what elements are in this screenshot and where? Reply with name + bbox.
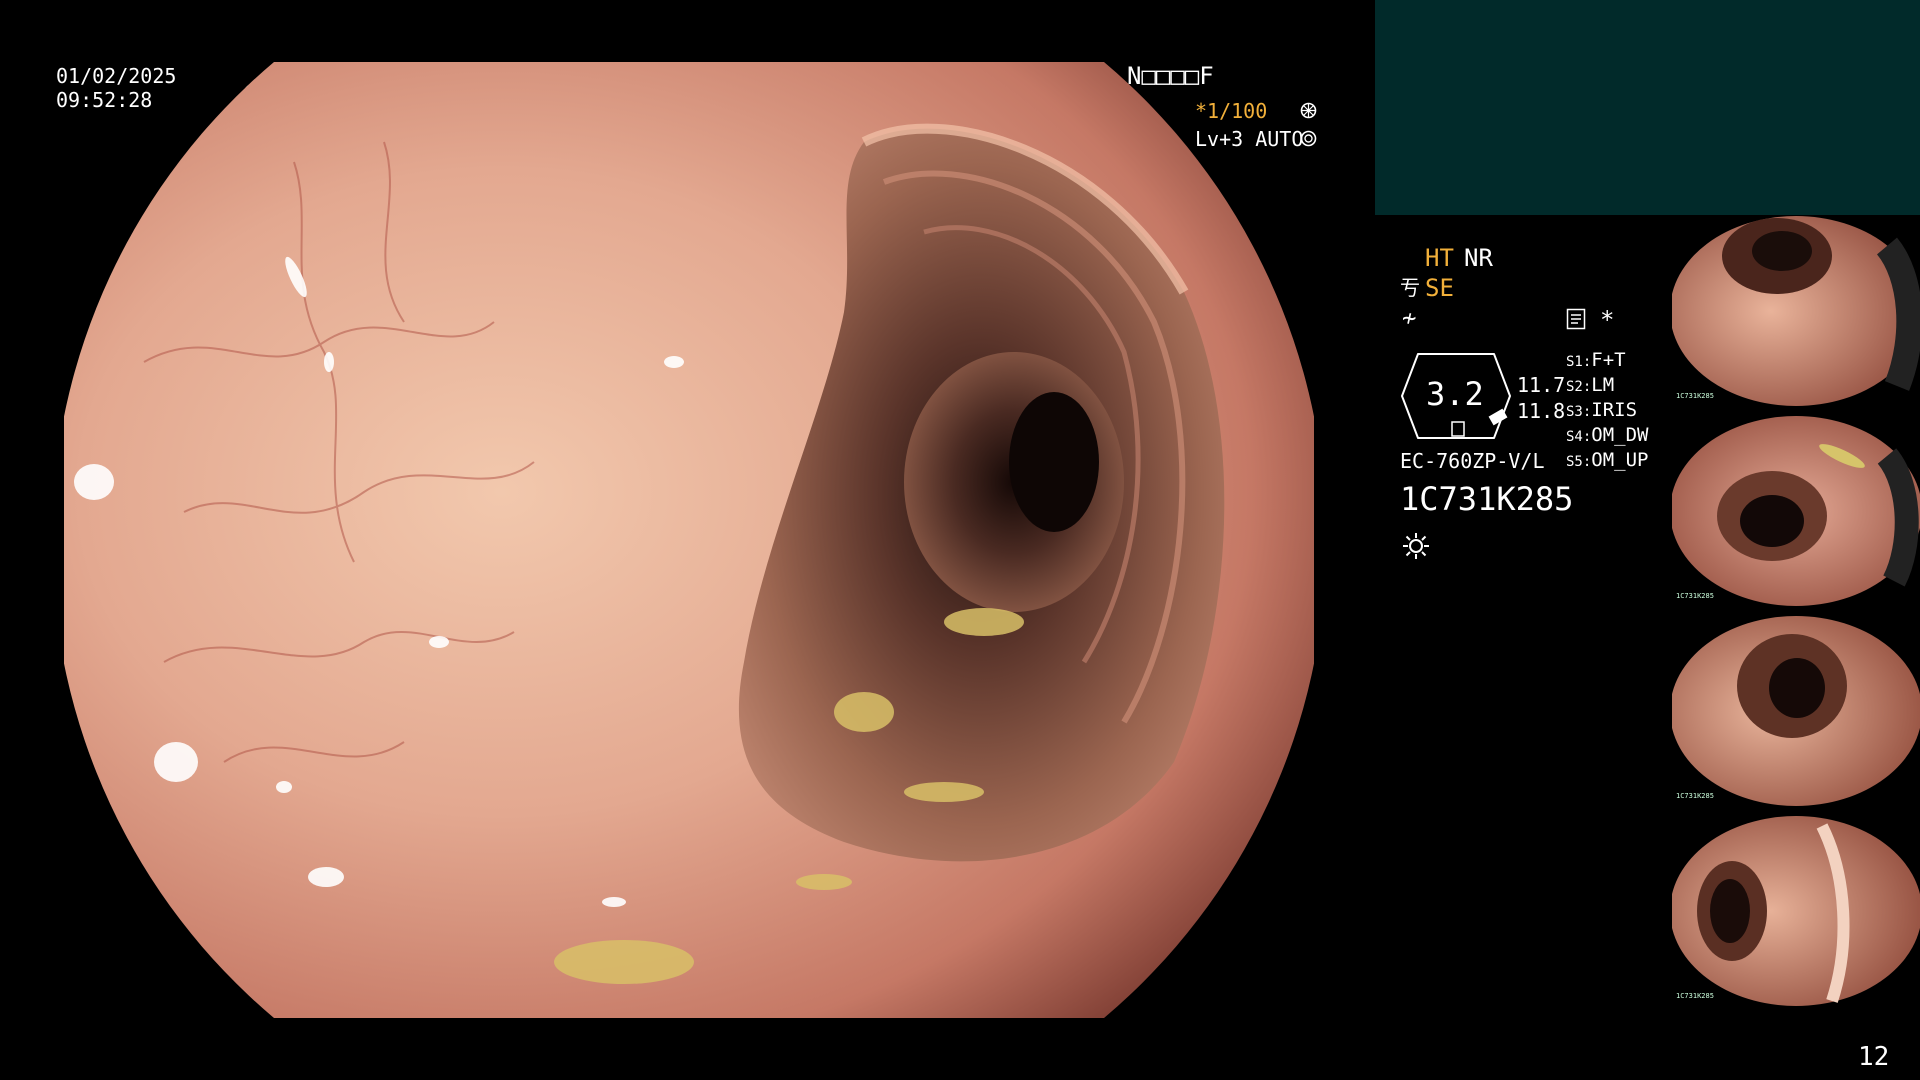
- aperture-icon: [1300, 102, 1317, 119]
- thumbnail-serial: 1C731K285: [1676, 592, 1714, 600]
- switch-item: S3:IRIS: [1566, 399, 1638, 421]
- exam-date: 01/02/2025: [56, 64, 177, 88]
- freeze-symbol: ≁: [1402, 304, 1417, 332]
- zoom-value: 3.2: [1426, 375, 1484, 413]
- nr-label: NR: [1464, 244, 1493, 272]
- mode-code: N□□□□F: [1127, 62, 1214, 90]
- thumbnail-capture-2[interactable]: 1C731K285: [1672, 416, 1920, 606]
- se-prefix-icon: 亐: [1400, 276, 1420, 300]
- value-top: 11.7: [1517, 373, 1566, 397]
- memo-icon: [1566, 308, 1586, 330]
- iris-icon: [1300, 130, 1317, 147]
- exam-time: 09:52:28: [56, 88, 153, 112]
- value-bottom: 11.8: [1517, 399, 1566, 423]
- switch-item: S2:LM: [1566, 374, 1615, 396]
- sun-icon: [1402, 532, 1430, 560]
- thumbnail-serial: 1C731K285: [1676, 992, 1714, 1000]
- thumbnail-serial: 1C731K285: [1676, 792, 1714, 800]
- endoscope-image: [64, 62, 1314, 1018]
- thumbnail-capture-1[interactable]: 1C731K285: [1672, 216, 1920, 406]
- page-number: 12: [1858, 1042, 1890, 1072]
- switch-item: S4:OM_DW: [1566, 424, 1649, 446]
- switch-list: S1:F+T S2:LM S3:IRIS S4:OM_DW S5:OM_UP: [1566, 349, 1649, 474]
- switch-item: S1:F+T: [1566, 349, 1626, 371]
- scope-model: EC-760ZP-V/L: [1400, 449, 1545, 473]
- switch-item: S5:OM_UP: [1566, 449, 1649, 471]
- asterisk-mark: *: [1600, 306, 1615, 334]
- shutter-speed: *1/100: [1195, 99, 1268, 123]
- thumbnail-serial: 1C731K285: [1676, 392, 1714, 400]
- info-panel-header: [1375, 0, 1920, 215]
- thumbnail-capture-4[interactable]: 1C731K285: [1672, 816, 1920, 1006]
- scope-serial: 1C731K285: [1400, 480, 1574, 518]
- ht-label: HT: [1425, 244, 1454, 272]
- se-label: SE: [1425, 274, 1454, 302]
- brightness-level: Lv+3 AUTO: [1195, 127, 1304, 151]
- thumbnail-capture-3[interactable]: 1C731K285: [1672, 616, 1920, 806]
